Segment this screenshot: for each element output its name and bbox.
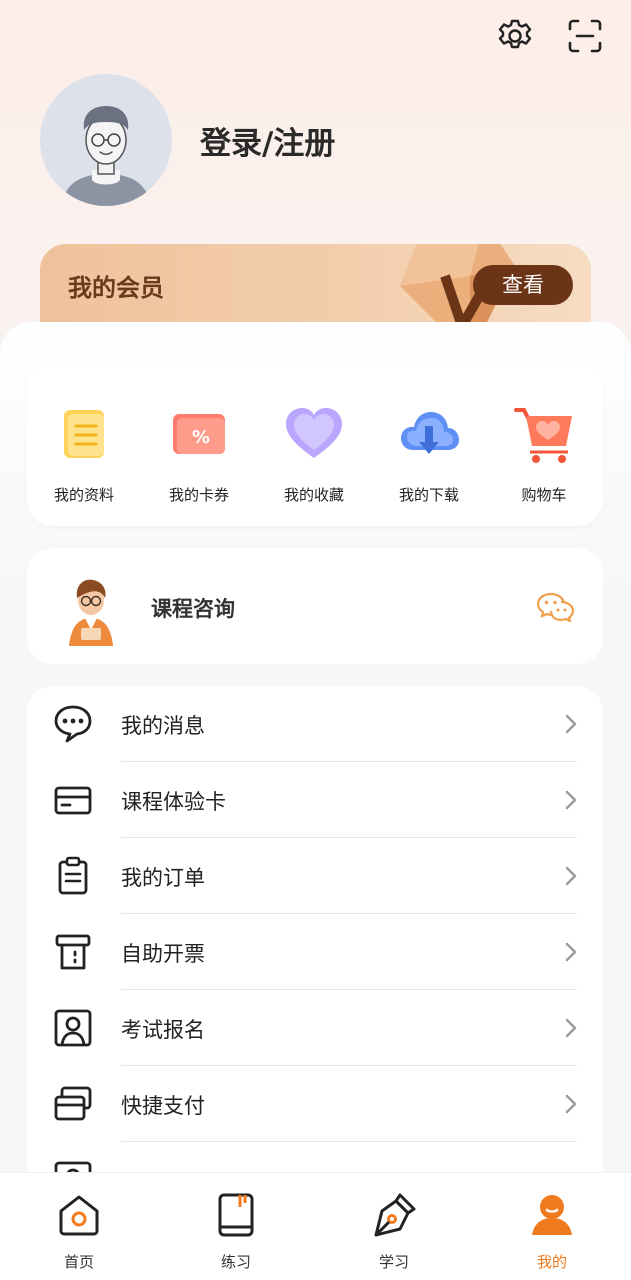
- clipboard-icon: [58, 856, 88, 895]
- user-icon: [532, 1195, 572, 1235]
- quick-item-label: 购物车: [521, 486, 567, 504]
- quick-item-downloads[interactable]: 我的下载: [374, 402, 484, 505]
- top-actions: [495, 16, 605, 56]
- nav-label: 我的: [536, 1253, 567, 1271]
- scan-icon: [568, 19, 602, 53]
- nav-label: 学习: [378, 1253, 409, 1271]
- default-avatar-icon: [40, 74, 172, 206]
- menu-item-label: 自助开票: [121, 942, 205, 966]
- course-consult-card[interactable]: 课程咨询: [27, 548, 603, 664]
- nav-home[interactable]: 首页: [19, 1191, 139, 1272]
- svg-text:%: %: [192, 427, 210, 448]
- menu-item-trial-card[interactable]: 课程体验卡: [27, 762, 603, 838]
- quick-item-coupons[interactable]: % 我的卡券: [144, 402, 254, 505]
- menu-item-label: 快捷支付: [121, 1094, 205, 1118]
- quick-actions-card: 我的资料 % 我的卡券 我的收藏 我的下载 购物车: [27, 364, 603, 526]
- scan-button[interactable]: [565, 16, 605, 56]
- nav-label: 首页: [63, 1253, 94, 1271]
- consult-title: 课程咨询: [151, 597, 235, 621]
- nav-label: 练习: [220, 1253, 251, 1271]
- nav-study[interactable]: 学习: [334, 1191, 454, 1272]
- pen-icon: [374, 1193, 416, 1237]
- quick-item-favorites[interactable]: 我的收藏: [259, 402, 369, 505]
- payment-card-icon: [54, 1086, 92, 1121]
- chevron-right-icon: [565, 942, 577, 962]
- nav-mine[interactable]: 我的: [492, 1191, 612, 1272]
- notebook-icon: [218, 1193, 254, 1237]
- gear-icon: [498, 19, 532, 49]
- heart-icon: [286, 408, 342, 458]
- menu-item-label: 我的消息: [121, 714, 205, 738]
- quick-item-label: 我的资料: [53, 486, 114, 504]
- message-icon: [54, 705, 92, 743]
- vip-title: 我的会员: [68, 274, 164, 302]
- avatar[interactable]: [40, 74, 172, 206]
- login-register-link[interactable]: 登录/注册: [200, 118, 335, 163]
- wechat-icon[interactable]: [537, 592, 575, 622]
- nav-practice[interactable]: 练习: [176, 1191, 296, 1272]
- quick-item-materials[interactable]: 我的资料: [29, 402, 139, 505]
- menu-item-orders[interactable]: 我的订单: [27, 838, 603, 914]
- home-icon: [59, 1195, 99, 1236]
- card-icon: [54, 786, 92, 815]
- cloud-download-icon: [401, 412, 459, 454]
- coupon-icon: %: [173, 414, 225, 454]
- quick-item-label: 我的下载: [398, 486, 459, 504]
- settings-button[interactable]: [495, 16, 535, 56]
- chevron-right-icon: [565, 866, 577, 886]
- menu-item-label: 考试报名: [121, 1018, 205, 1042]
- menu-item-label: 我的订单: [121, 866, 205, 890]
- invoice-icon: [55, 934, 91, 970]
- cart-icon: [514, 408, 572, 463]
- chevron-right-icon: [565, 714, 577, 734]
- chevron-right-icon: [565, 1018, 577, 1038]
- menu-list: 我的消息 课程体验卡 我的订单 自助开票 考试报名 快捷支付: [27, 686, 603, 1206]
- chevron-right-icon: [565, 790, 577, 810]
- consultant-avatar-icon: [69, 579, 113, 646]
- vip-view-button[interactable]: 查看: [473, 265, 573, 305]
- menu-item-quick-pay[interactable]: 快捷支付: [27, 1066, 603, 1142]
- menu-item-invoice[interactable]: 自助开票: [27, 914, 603, 990]
- quick-item-label: 我的卡券: [168, 486, 229, 504]
- chevron-right-icon: [565, 1094, 577, 1114]
- quick-item-cart[interactable]: 购物车: [489, 402, 599, 505]
- menu-item-exam-signup[interactable]: 考试报名: [27, 990, 603, 1066]
- menu-item-messages[interactable]: 我的消息: [27, 686, 603, 762]
- menu-item-label: 课程体验卡: [121, 790, 226, 814]
- book-icon: [64, 410, 104, 458]
- id-badge-icon: [54, 1009, 92, 1047]
- quick-item-label: 我的收藏: [283, 486, 344, 504]
- bottom-nav: 首页 练习 学习 我的: [0, 1172, 631, 1280]
